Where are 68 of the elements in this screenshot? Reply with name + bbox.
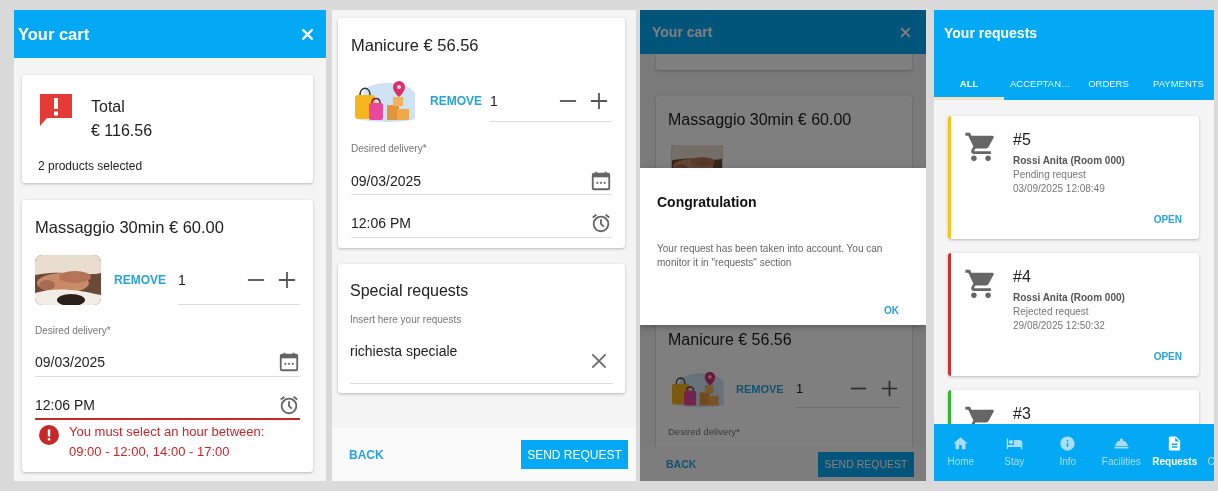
request-number: #3 [1013,404,1032,424]
field-label: Desired delivery* [351,143,428,155]
request-number: #5 [1013,130,1032,150]
card-title: Special requests [350,281,470,301]
nav-item[interactable]: Facilities [1094,424,1148,481]
back-button[interactable]: BACK [349,447,384,462]
quantity-field[interactable]: 1 [178,255,300,305]
ok-button[interactable]: OK [884,304,899,318]
calendar-icon [590,169,612,192]
product-title: Manicure € 56.56 [351,35,480,55]
guest-name: Rossi Anita (Room 000) [1013,154,1126,168]
nav-item[interactable]: Home [934,424,988,481]
tab[interactable]: ACCEPTAN… [1004,65,1074,100]
date-field[interactable]: 09/03/2025 [35,347,300,377]
field-label: Insert here your requests [350,314,463,326]
header-title: Your cart [18,24,90,44]
nav-item[interactable]: Stay [987,424,1041,481]
info-icon [1059,435,1077,452]
product-title: Massaggio 30min € 60.00 [668,110,853,130]
close-icon[interactable] [300,26,315,42]
selection-note: 2 products selected [38,158,144,175]
header-title: Your requests [943,24,1039,43]
error-icon [39,425,59,445]
send-request-button[interactable]: SEND REQUEST [818,451,914,477]
dialog-title: Congratulation [657,193,758,212]
request-status: Pending request [1013,168,1087,182]
remove-button[interactable]: REMOVE [114,273,166,287]
alarm-clock-icon [590,212,612,234]
text-field[interactable]: richiesta speciale [350,336,613,384]
request-status: Rejected request [1013,305,1090,319]
plus-icon[interactable] [590,91,608,110]
product-title: Manicure € 56.56 [668,330,793,350]
tab[interactable]: ORDERS [1074,65,1143,100]
guest-name: Rossi Anita (Room 000) [1013,291,1126,305]
nav-item[interactable]: Info [1041,424,1095,481]
plus-icon[interactable] [881,380,898,397]
clear-icon[interactable] [589,351,609,371]
dialog-message: Your request has been taken into account. You can monitor it in "requests" section [657,242,884,270]
alert-icon [38,92,74,128]
request-date: 29/08/2025 12:50:32 [1013,319,1106,333]
quantity-field[interactable]: 1 [490,80,612,122]
field-label: Desired delivery* [668,426,741,438]
tab[interactable]: PAYMENTS [1143,65,1214,100]
remove-button[interactable]: REMOVE [430,94,482,108]
total-label: Total [91,97,126,117]
calendar-icon [278,350,300,373]
date-field[interactable]: 09/03/2025 [351,167,612,195]
tab[interactable]: ALL [934,65,1004,100]
back-button[interactable]: BACK [666,458,697,470]
total-amount: € 116.56 [91,121,153,141]
send-request-button[interactable]: SEND REQUEST [521,440,628,469]
error-message: You must select an hour between: 09:00 - 12:00, 14:00 - 17:00 [69,423,265,461]
plus-icon[interactable] [278,270,296,289]
time-field[interactable]: 12:06 PM [35,391,300,420]
product-title: Massaggio 30min € 60.00 [35,217,225,237]
nav-item[interactable]: Requests [1148,424,1202,481]
quantity-field[interactable]: 1 [796,370,900,408]
header-title: Your cart [652,24,713,40]
open-button[interactable]: OPEN [1153,350,1182,364]
home-icon [952,435,970,452]
time-field[interactable]: 12:06 PM [351,209,612,238]
request-date: 03/09/2025 12:08:49 [1013,182,1106,196]
nav-item[interactable]: C [1201,424,1214,481]
field-label: Desired delivery* [35,325,112,337]
open-button[interactable]: OPEN [1153,213,1182,227]
alarm-clock-icon [278,393,300,416]
request-number: #4 [1013,267,1032,287]
remove-button[interactable]: REMOVE [736,383,784,395]
